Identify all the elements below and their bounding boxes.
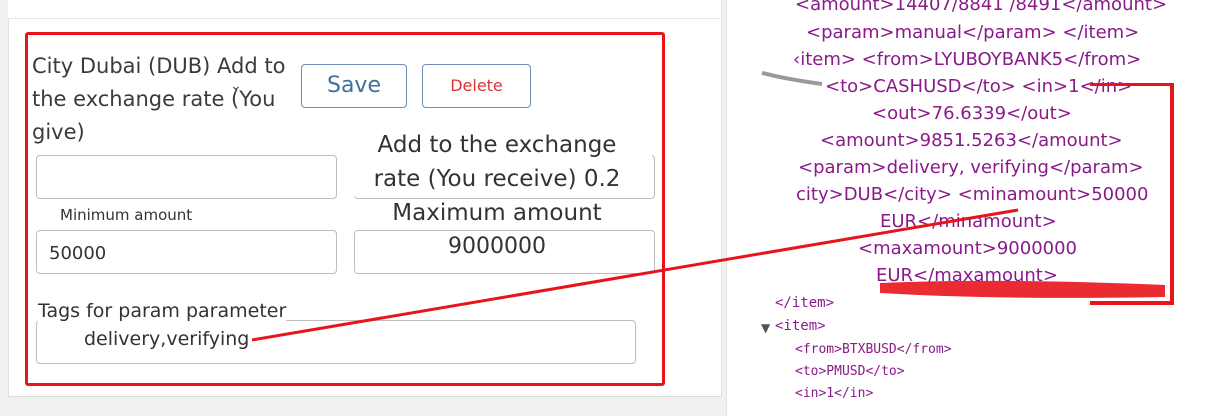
annotation-dark-stroke: [761, 71, 823, 86]
annotation-arrow-line: [251, 208, 1019, 342]
annotation-red-scribble: [880, 280, 1165, 298]
annotation-overlay: [251, 71, 1165, 342]
